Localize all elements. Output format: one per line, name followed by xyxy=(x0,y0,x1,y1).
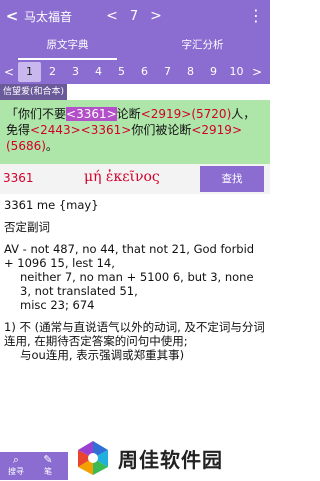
morph-ref-link[interactable]: (5686) xyxy=(6,139,46,153)
verse-segment: 。 xyxy=(45,139,58,153)
strong-ref-link[interactable]: <2919> xyxy=(191,123,242,137)
verse-number[interactable]: 5 xyxy=(110,62,133,82)
note-icon: ✎ xyxy=(43,453,53,466)
av-line: misc 23; 674 xyxy=(20,298,95,312)
verse-left-arrow-icon[interactable]: < xyxy=(0,65,18,79)
bottom-note-button[interactable]: ✎ 笔 xyxy=(32,452,64,480)
book-title[interactable]: 马太福音 xyxy=(24,8,100,25)
tab-lexicon[interactable]: 原文字典 xyxy=(0,32,135,60)
previous-chapter-icon[interactable]: < xyxy=(100,8,124,24)
overflow-menu-icon[interactable]: ⋮ xyxy=(248,6,264,26)
verse-segment: 论断 xyxy=(116,107,141,121)
verse-text: 「你们不要<3361>论断<2919>(5720)人，免得<2443><3361… xyxy=(0,100,270,164)
tab-word-analysis[interactable]: 字汇分析 xyxy=(135,32,270,60)
greek-word: μή ἐκεῖνος xyxy=(84,169,160,185)
entry-title: 3361 me {may} xyxy=(4,198,99,212)
definition-line: 与ou连用, 表示强调或郑重其事) xyxy=(20,348,185,362)
av-line: neither 7, no man + 5100 6, but 3, none … xyxy=(20,270,254,298)
search-icon: ⌕ xyxy=(12,453,20,466)
watermark: 周佳软件园 xyxy=(68,436,270,480)
watermark-text: 周佳软件园 xyxy=(118,447,223,472)
definition-line: 1) 不 (通常与直说语气以外的动词, 及不定词与分词连用, 在期待否定答案的问… xyxy=(4,320,265,348)
verse-number[interactable]: 2 xyxy=(41,62,64,82)
verse-segment: 「你们不要 xyxy=(6,107,67,121)
verse-right-arrow-icon[interactable]: > xyxy=(248,65,266,79)
verse-number[interactable]: 10 xyxy=(225,62,248,82)
verse-number[interactable]: 4 xyxy=(87,62,110,82)
definition: 1) 不 (通常与直说语气以外的动词, 及不定词与分词连用, 在期待否定答案的问… xyxy=(4,320,266,362)
lexicon-entry: 3361 me {may} 否定副词 AV - not 487, no 44, … xyxy=(4,198,266,370)
back-icon[interactable]: < xyxy=(0,7,24,25)
strong-header: 3361 μή ἐκεῖνος 查找 xyxy=(0,164,270,194)
av-line: AV - not 487, no 44, that not 21, God fo… xyxy=(4,242,255,270)
tab-bar: 原文字典 字汇分析 xyxy=(0,32,270,60)
strong-ref-link[interactable]: <2443> xyxy=(30,123,81,137)
verse-number[interactable]: 6 xyxy=(133,62,156,82)
verse-number[interactable]: 9 xyxy=(202,62,225,82)
verse-selector: < 1 2 3 4 5 6 7 8 9 10 > xyxy=(0,60,270,84)
verse-number[interactable]: 3 xyxy=(64,62,87,82)
bottom-label: 搜寻 xyxy=(8,467,24,476)
strong-ref-link[interactable]: <3361> xyxy=(66,107,117,121)
strong-number: 3361 xyxy=(3,171,34,185)
verse-number[interactable]: 1 xyxy=(18,62,41,82)
next-chapter-icon[interactable]: > xyxy=(144,8,168,24)
strong-ref-link[interactable]: <3361> xyxy=(81,123,132,137)
part-of-speech: 否定副词 xyxy=(4,220,50,234)
watermark-logo-icon xyxy=(74,439,112,477)
bottom-label: 笔 xyxy=(44,467,52,476)
chapter-number[interactable]: 7 xyxy=(124,9,144,24)
top-app-bar: < 马太福音 < 7 > ⋮ xyxy=(0,0,270,32)
morph-ref-link[interactable]: (5720) xyxy=(191,107,231,121)
verse-number[interactable]: 7 xyxy=(156,62,179,82)
verse-segment: 你们被论断 xyxy=(131,123,192,137)
search-button[interactable]: 查找 xyxy=(200,166,264,192)
strong-ref-link[interactable]: <2919> xyxy=(141,107,192,121)
verse-number[interactable]: 8 xyxy=(179,62,202,82)
av-usage: AV - not 487, no 44, that not 21, God fo… xyxy=(4,242,266,312)
version-label: 信望爱(和合本) xyxy=(0,84,68,100)
bottom-search-button[interactable]: ⌕ 搜寻 xyxy=(0,452,32,480)
